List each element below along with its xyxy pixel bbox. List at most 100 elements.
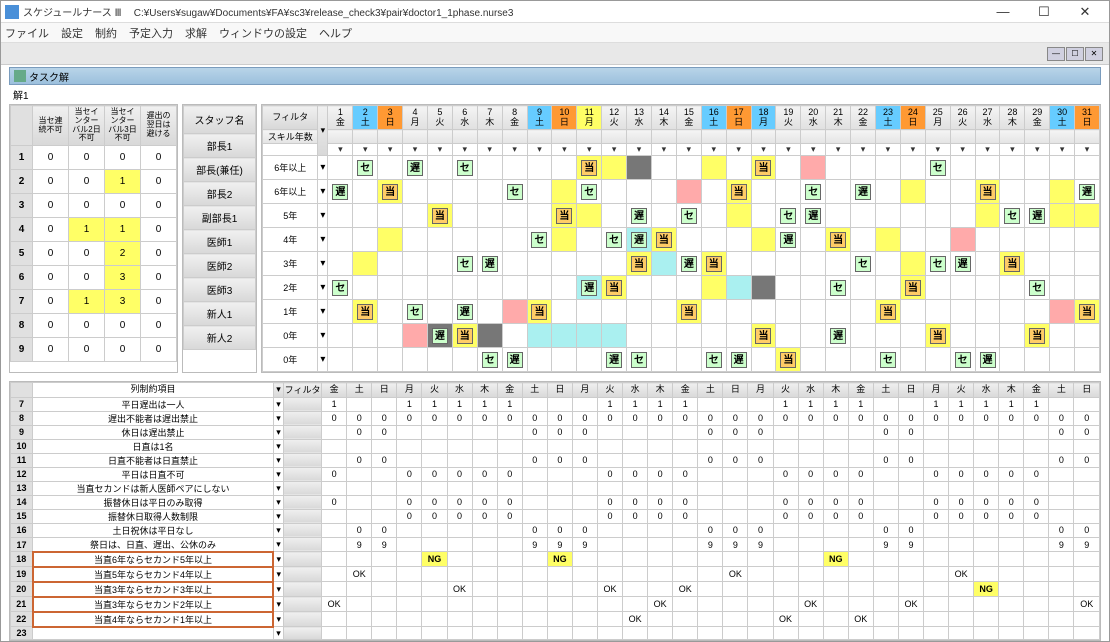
constraint-value[interactable] xyxy=(397,523,422,537)
schedule-cell[interactable] xyxy=(801,228,826,252)
schedule-cell[interactable] xyxy=(801,324,826,348)
counter-cell[interactable]: 0 xyxy=(69,314,105,338)
constraint-value[interactable] xyxy=(372,552,397,567)
constraint-value[interactable] xyxy=(597,425,622,439)
constraint-filter-cell[interactable] xyxy=(283,495,321,509)
constraint-value[interactable] xyxy=(823,627,848,640)
constraint-value[interactable] xyxy=(848,552,873,567)
constraint-value[interactable] xyxy=(572,597,597,612)
schedule-cell[interactable] xyxy=(801,276,826,300)
schedule-cell[interactable] xyxy=(826,348,851,372)
constraint-value[interactable]: 0 xyxy=(522,425,547,439)
schedule-cell[interactable] xyxy=(502,300,527,324)
mdi-maximize-button[interactable]: ☐ xyxy=(1066,47,1084,61)
schedule-cell[interactable]: 当 xyxy=(577,156,602,180)
constraint-value[interactable] xyxy=(673,453,698,467)
counter-cell[interactable]: 0 xyxy=(33,242,69,266)
constraint-value[interactable] xyxy=(472,567,497,582)
triangle-icon[interactable]: ▾ xyxy=(388,144,393,154)
constraint-value[interactable] xyxy=(372,481,397,495)
constraint-value[interactable] xyxy=(322,481,347,495)
constraint-value[interactable] xyxy=(723,582,748,597)
schedule-cell[interactable] xyxy=(776,180,801,204)
constraint-value[interactable]: 0 xyxy=(572,453,597,467)
constraint-value[interactable]: 0 xyxy=(698,411,723,425)
schedule-cell[interactable] xyxy=(726,324,751,348)
schedule-cell[interactable] xyxy=(602,180,627,204)
constraint-value[interactable]: 0 xyxy=(949,509,974,523)
schedule-cell[interactable] xyxy=(900,300,925,324)
bottom-day-header[interactable]: 金 xyxy=(322,383,347,398)
constraint-value[interactable]: 9 xyxy=(347,537,372,552)
constraint-value[interactable]: OK xyxy=(347,567,372,582)
bottom-filter-header[interactable]: フィルタ xyxy=(283,383,321,398)
filter-header[interactable]: フィルタ xyxy=(263,106,318,130)
schedule-cell[interactable] xyxy=(851,300,876,324)
bottom-day-header[interactable]: 木 xyxy=(472,383,497,398)
constraint-filter-cell[interactable] xyxy=(283,439,321,453)
constraint-value[interactable] xyxy=(798,453,823,467)
schedule-cell[interactable]: 遅 xyxy=(627,204,652,228)
constraint-value[interactable]: 9 xyxy=(1074,537,1100,552)
schedule-cell[interactable] xyxy=(403,228,428,252)
constraint-value[interactable] xyxy=(949,612,974,627)
menu-help[interactable]: ヘルプ xyxy=(319,25,352,41)
constraint-value[interactable]: OK xyxy=(597,582,622,597)
constraint-value[interactable] xyxy=(949,597,974,612)
constraint-value[interactable] xyxy=(572,397,597,411)
schedule-cell[interactable]: 当 xyxy=(452,324,477,348)
constraint-value[interactable] xyxy=(623,481,648,495)
schedule-cell[interactable] xyxy=(403,324,428,348)
schedule-cell[interactable]: 当 xyxy=(1025,324,1050,348)
constraint-filter-cell[interactable] xyxy=(283,627,321,640)
constraint-filter-cell[interactable] xyxy=(283,397,321,411)
constraint-value[interactable] xyxy=(1024,453,1049,467)
schedule-cell[interactable] xyxy=(651,276,676,300)
constraint-value[interactable]: 1 xyxy=(823,397,848,411)
constraint-value[interactable] xyxy=(648,481,673,495)
schedule-cell[interactable] xyxy=(378,300,403,324)
schedule-cell[interactable] xyxy=(975,276,1000,300)
schedule-cell[interactable]: 当 xyxy=(552,204,577,228)
constraint-value[interactable] xyxy=(974,481,999,495)
constraint-value[interactable]: 0 xyxy=(447,495,472,509)
constraint-value[interactable]: 0 xyxy=(447,467,472,481)
schedule-cell[interactable]: 当 xyxy=(826,228,851,252)
constraint-value[interactable] xyxy=(322,453,347,467)
constraint-value[interactable] xyxy=(447,567,472,582)
constraint-value[interactable] xyxy=(522,495,547,509)
triangle-icon[interactable]: ▾ xyxy=(687,144,692,154)
schedule-cell[interactable] xyxy=(776,252,801,276)
constraint-value[interactable] xyxy=(1024,552,1049,567)
constraint-value[interactable]: 0 xyxy=(648,467,673,481)
constraint-value[interactable] xyxy=(1049,552,1074,567)
day-header[interactable]: 18月 xyxy=(751,106,776,130)
constraint-value[interactable]: 0 xyxy=(773,411,798,425)
schedule-cell[interactable] xyxy=(776,156,801,180)
constraint-value[interactable] xyxy=(698,481,723,495)
constraint-row-num[interactable]: 16 xyxy=(11,523,33,537)
constraint-value[interactable] xyxy=(748,627,773,640)
schedule-cell[interactable] xyxy=(1000,156,1025,180)
constraint-value[interactable]: 9 xyxy=(898,537,923,552)
constraint-value[interactable] xyxy=(572,627,597,640)
schedule-cell[interactable] xyxy=(851,348,876,372)
constraint-value[interactable] xyxy=(698,627,723,640)
constraint-value[interactable]: 0 xyxy=(1024,509,1049,523)
constraint-value[interactable] xyxy=(898,509,923,523)
constraint-row-num[interactable]: 22 xyxy=(11,612,33,627)
constraint-value[interactable] xyxy=(999,552,1024,567)
constraint-value[interactable] xyxy=(773,425,798,439)
schedule-cell[interactable] xyxy=(676,348,701,372)
bottom-day-header[interactable]: 水 xyxy=(447,383,472,398)
constraint-value[interactable] xyxy=(522,481,547,495)
constraint-value[interactable]: OK xyxy=(898,597,923,612)
constraint-value[interactable] xyxy=(748,509,773,523)
constraint-value[interactable] xyxy=(873,439,898,453)
constraint-value[interactable]: 1 xyxy=(648,397,673,411)
schedule-cell[interactable]: 当 xyxy=(726,180,751,204)
schedule-cell[interactable] xyxy=(1025,156,1050,180)
schedule-cell[interactable] xyxy=(1050,348,1075,372)
constraint-name[interactable]: 当直5年ならセカンド4年以上 xyxy=(33,567,274,582)
constraint-filter-cell[interactable] xyxy=(283,425,321,439)
